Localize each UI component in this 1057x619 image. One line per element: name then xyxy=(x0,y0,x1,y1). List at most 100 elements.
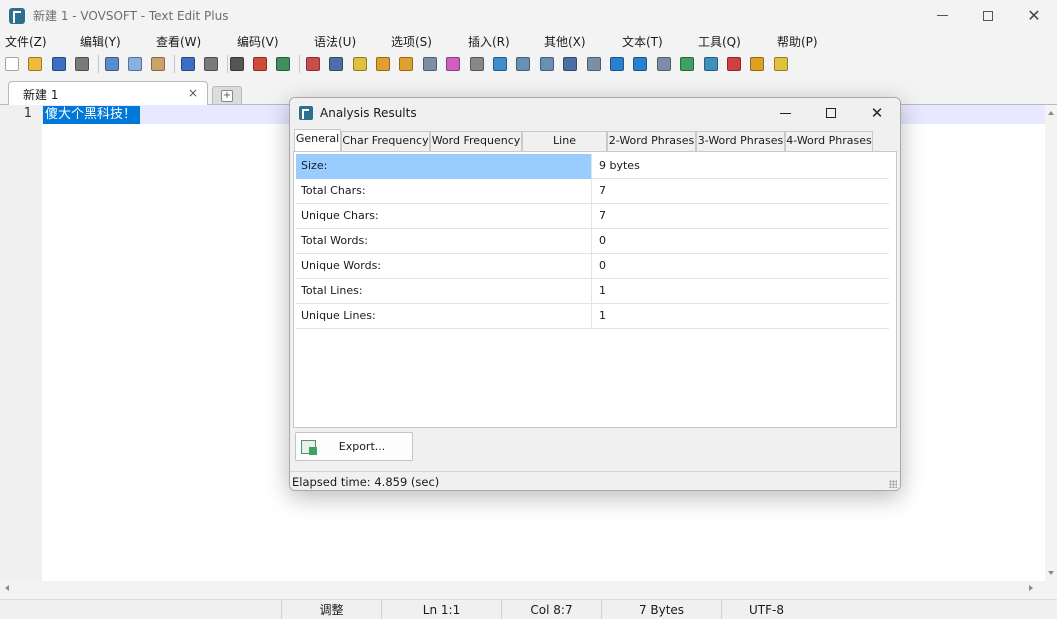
menu-item-6[interactable]: 插入(R) xyxy=(468,33,510,50)
table-row[interactable]: Unique Words: 0 xyxy=(296,254,889,279)
arrow-right-button[interactable] xyxy=(608,55,626,73)
dialog-close-button[interactable]: ✕ xyxy=(854,98,900,128)
horizontal-scrollbar[interactable] xyxy=(0,581,1045,595)
window-button[interactable] xyxy=(514,55,532,73)
paste-button[interactable] xyxy=(149,55,167,73)
minimize-button[interactable] xyxy=(919,0,965,31)
translate-alt-button[interactable] xyxy=(702,55,720,73)
menu-item-0[interactable]: 文件(Z) xyxy=(5,33,47,50)
status-cell-5: UTF-8 xyxy=(721,600,811,619)
calendar-button[interactable] xyxy=(725,55,743,73)
minimize-icon xyxy=(936,15,948,16)
translate-alt-icon xyxy=(703,57,718,71)
print-button[interactable] xyxy=(73,55,91,73)
menu-item-5[interactable]: 选项(S) xyxy=(391,33,432,50)
lock-icon xyxy=(376,57,390,71)
export-button[interactable]: Export... xyxy=(295,432,413,461)
row-key: Unique Chars: xyxy=(296,204,592,229)
keyboard-button[interactable] xyxy=(585,55,603,73)
mail-icon xyxy=(539,57,554,71)
copy-button[interactable] xyxy=(126,55,144,73)
menu-item-8[interactable]: 文本(T) xyxy=(622,33,663,50)
selected-text[interactable]: 傻大个黑科技！ xyxy=(43,106,141,124)
find-button[interactable] xyxy=(228,55,246,73)
replace-icon xyxy=(253,57,267,71)
spellcheck-icon xyxy=(276,57,291,71)
spellcheck-button[interactable] xyxy=(274,55,292,73)
menu-item-9[interactable]: 工具(Q) xyxy=(698,33,741,50)
dialog-title-bar: Analysis Results ✕ xyxy=(290,98,900,128)
dialog-tab-general[interactable]: General xyxy=(294,129,341,151)
menu-item-4[interactable]: 语法(U) xyxy=(314,33,356,50)
vertical-scrollbar[interactable] xyxy=(1045,105,1057,581)
warning-button[interactable] xyxy=(748,55,766,73)
cut-icon xyxy=(104,57,119,71)
dialog-tab-4-word-phrases[interactable]: 4-Word Phrases xyxy=(785,131,873,151)
new-file-icon xyxy=(5,57,19,71)
dialog-status-bar: Elapsed time: 4.859 (sec) xyxy=(290,471,900,490)
row-value: 9 bytes xyxy=(599,159,640,172)
line-number-gutter: 1 xyxy=(0,105,42,581)
scroll-left-icon[interactable] xyxy=(5,585,9,591)
lock-button[interactable] xyxy=(374,55,392,73)
dialog-minimize-button[interactable] xyxy=(762,98,808,128)
menu-item-7[interactable]: 其他(X) xyxy=(544,33,586,50)
font-button[interactable] xyxy=(351,55,369,73)
scroll-down-icon[interactable] xyxy=(1048,571,1054,575)
results-grid[interactable]: Size: 9 bytes Total Chars: 7 Unique Chars: 7 T… xyxy=(296,154,889,329)
dialog-tab-line-frequency[interactable]: Line Frequency xyxy=(522,131,607,165)
undo-button[interactable] xyxy=(179,55,197,73)
close-icon: ✕ xyxy=(870,104,884,122)
dialog-tab-2-word-phrases[interactable]: 2-Word Phrases xyxy=(607,131,696,151)
resize-grip-icon[interactable] xyxy=(889,480,897,488)
save-icon xyxy=(51,57,66,71)
unlock-button[interactable] xyxy=(397,55,415,73)
translate-button[interactable] xyxy=(678,55,696,73)
read-only-button[interactable] xyxy=(304,55,322,73)
table-row[interactable]: Unique Chars: 7 xyxy=(296,204,889,229)
monitor-button[interactable] xyxy=(327,55,345,73)
menu-item-10[interactable]: 帮助(P) xyxy=(777,33,818,50)
duplicate-button[interactable] xyxy=(655,55,673,73)
find-icon xyxy=(229,57,244,71)
close-button[interactable]: ✕ xyxy=(1011,0,1057,31)
table-row[interactable]: Total Lines: 1 xyxy=(296,279,889,304)
dialog-title: Analysis Results xyxy=(320,106,417,120)
dialog-tab-word-frequency[interactable]: Word Frequency xyxy=(430,131,522,151)
status-cell-4: 7 Bytes xyxy=(601,600,721,619)
new-tab-button[interactable]: + xyxy=(212,86,242,104)
note-button[interactable] xyxy=(772,55,790,73)
new-file-button[interactable] xyxy=(3,55,21,73)
scroll-up-icon[interactable] xyxy=(1048,111,1054,115)
color-wheel-button[interactable] xyxy=(444,55,462,73)
text-file-icon xyxy=(422,57,437,71)
tab-close-icon[interactable]: × xyxy=(188,86,198,100)
table-row[interactable]: Size: 9 bytes xyxy=(296,154,889,179)
arrow-down-button[interactable] xyxy=(631,55,649,73)
table-row[interactable]: Total Words: 0 xyxy=(296,229,889,254)
menu-item-3[interactable]: 编码(V) xyxy=(237,33,279,50)
text-file-button[interactable] xyxy=(421,55,439,73)
maximize-button[interactable] xyxy=(965,0,1011,31)
unlock-icon xyxy=(399,57,414,71)
table-row[interactable]: Total Chars: 7 xyxy=(296,179,889,204)
mail-button[interactable] xyxy=(538,55,556,73)
open-folder-button[interactable] xyxy=(26,55,44,73)
table-row[interactable]: Unique Lines: 1 xyxy=(296,304,889,329)
filter-button[interactable] xyxy=(491,55,509,73)
scroll-right-icon[interactable] xyxy=(1029,585,1033,591)
menu-item-1[interactable]: 编辑(Y) xyxy=(80,33,121,50)
tab-document[interactable]: 新建 1 × xyxy=(8,81,208,106)
status-bar: 调整 Ln 1:1 Col 8:7 7 Bytes UTF-8 xyxy=(0,599,1057,619)
dialog-tab-char-frequency[interactable]: Char Frequency xyxy=(341,131,430,151)
redo-button[interactable] xyxy=(202,55,220,73)
menu-item-2[interactable]: 查看(W) xyxy=(156,33,201,50)
list-button[interactable] xyxy=(561,55,579,73)
save-button[interactable] xyxy=(50,55,68,73)
replace-button[interactable] xyxy=(251,55,269,73)
cut-button[interactable] xyxy=(103,55,121,73)
dialog-maximize-button[interactable] xyxy=(808,98,854,128)
dialog-tab-3-word-phrases[interactable]: 3-Word Phrases xyxy=(696,131,785,151)
add-tab-icon: + xyxy=(221,89,233,102)
pen-button[interactable] xyxy=(468,55,486,73)
